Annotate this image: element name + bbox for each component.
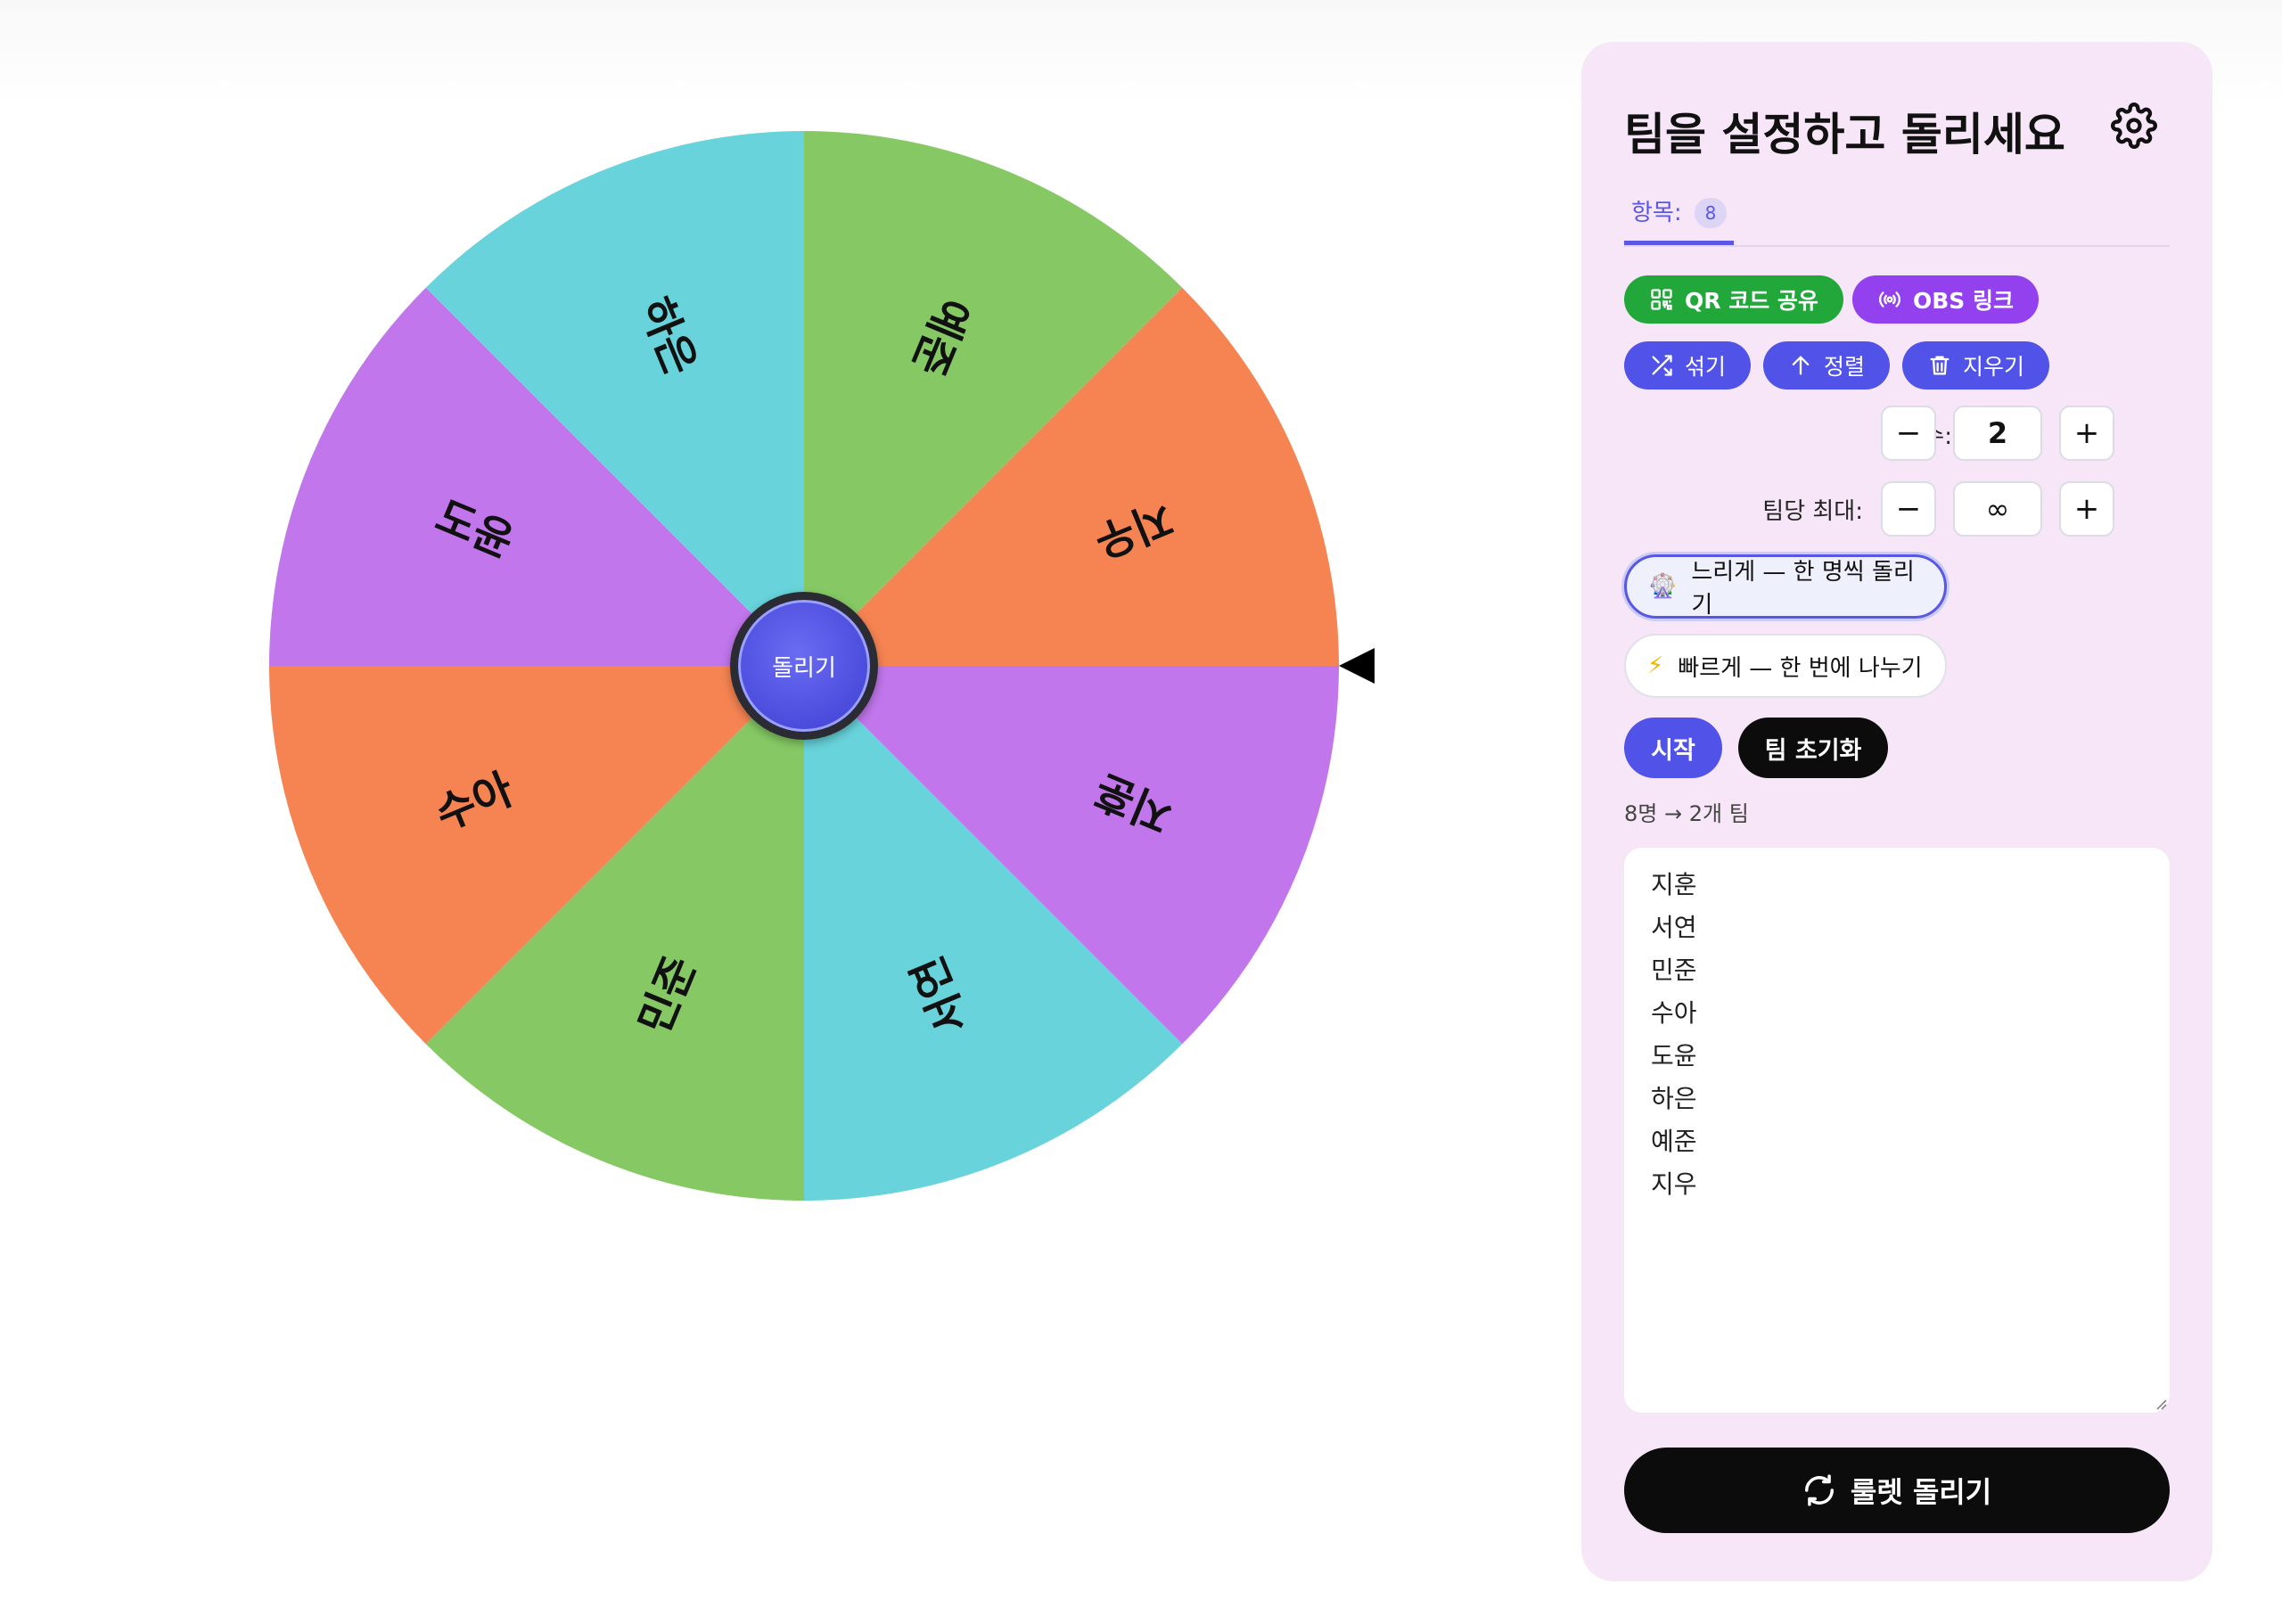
name-entry: 민준 [1651,956,1697,985]
qr-code-icon [1651,289,1672,310]
team-count-decrement-button[interactable]: − [1881,406,1936,461]
refresh-icon [1804,1474,1834,1506]
mode-slow-label: 느리게 — 한 명씩 돌리기 [1691,559,1915,619]
names-list: 지훈서연민준수아도윤하은예준지우 [1651,864,2143,1206]
max-per-team-value[interactable]: ∞ [1953,481,2042,537]
name-entry: 예준 [1651,1127,1697,1156]
team-count-value[interactable]: 2 [1953,406,2042,461]
name-entry: 수아 [1651,998,1697,1028]
mode-fast-label: 빠르게 — 한 번에 나누기 [1678,654,1923,682]
clear-label: 지우기 [1963,354,2025,380]
obs-link-button[interactable]: OBS 링크 [1852,275,2040,324]
name-entry: 지훈 [1651,870,1697,899]
names-textarea[interactable]: 지훈서연민준수아도윤하은예준지우 [1624,848,2170,1413]
max-per-team-increment-button[interactable]: + [2059,481,2114,537]
name-entry: 하은 [1651,1084,1697,1113]
trash-icon [1930,356,1950,375]
qr-share-button[interactable]: QR 코드 공유 [1624,275,1843,324]
wheel-center-spin-button[interactable]: 돌리기 [730,592,878,740]
max-per-team-label: 팀당 최대: [1762,498,1863,525]
gear-icon[interactable] [2111,103,2157,149]
arrow-up-icon [1792,356,1810,375]
qr-share-label: QR 코드 공유 [1685,288,1818,314]
mode-slow-button[interactable]: 🎡 느리게 — 한 명씩 돌리기 [1624,554,1947,619]
name-entry: 도윤 [1651,1041,1697,1070]
broadcast-icon [1879,291,1900,308]
tab-entries-label: 항목: [1631,200,1682,226]
sort-label: 정렬 [1824,354,1866,380]
panel-title: 팀을 설정하고 돌리세요 [1624,109,2065,160]
name-entry: 지우 [1651,1169,1697,1199]
spin-roulette-button[interactable]: 룰렛 돌리기 [1624,1448,2170,1533]
tab-entries[interactable]: 항목: 8 [1624,195,1735,245]
obs-link-label: OBS 링크 [1913,288,2015,314]
mode-fast-button[interactable]: ⚡ 빠르게 — 한 번에 나누기 [1624,634,1947,698]
reset-teams-button[interactable]: 팀 초기화 [1738,718,1888,778]
max-per-team-decrement-button[interactable]: − [1881,481,1936,537]
roulette-wheel[interactable]: 예준 지우 지훈 서연 민준 수아 도윤 하은 돌리기 [267,129,1341,1202]
shuffle-icon [1652,355,1672,376]
start-button[interactable]: 시작 [1624,718,1722,778]
resize-handle-icon[interactable] [2152,1395,2168,1411]
team-summary-text: 8명 → 2개 팀 [1624,801,1749,826]
name-entry: 서연 [1651,913,1697,942]
shuffle-button[interactable]: 섞기 [1624,341,1752,390]
wheel-pointer-icon [1339,648,1375,684]
entries-count-badge: 8 [1694,198,1728,228]
team-count-increment-button[interactable]: + [2059,406,2114,461]
sort-button[interactable]: 정렬 [1763,341,1891,390]
team-settings-panel: 팀을 설정하고 돌리세요 항목: 8 QR 코드 공유 OBS 링크 섞기 정렬 [1581,42,2212,1581]
clear-button[interactable]: 지우기 [1902,341,2050,390]
spin-roulette-label: 룰렛 돌리기 [1850,1475,1992,1509]
shuffle-label: 섞기 [1685,354,1727,380]
ferris-wheel-icon: 🎡 [1648,573,1678,600]
tab-bar: 항목: 8 [1624,195,2170,247]
lightning-icon: ⚡ [1647,652,1664,679]
